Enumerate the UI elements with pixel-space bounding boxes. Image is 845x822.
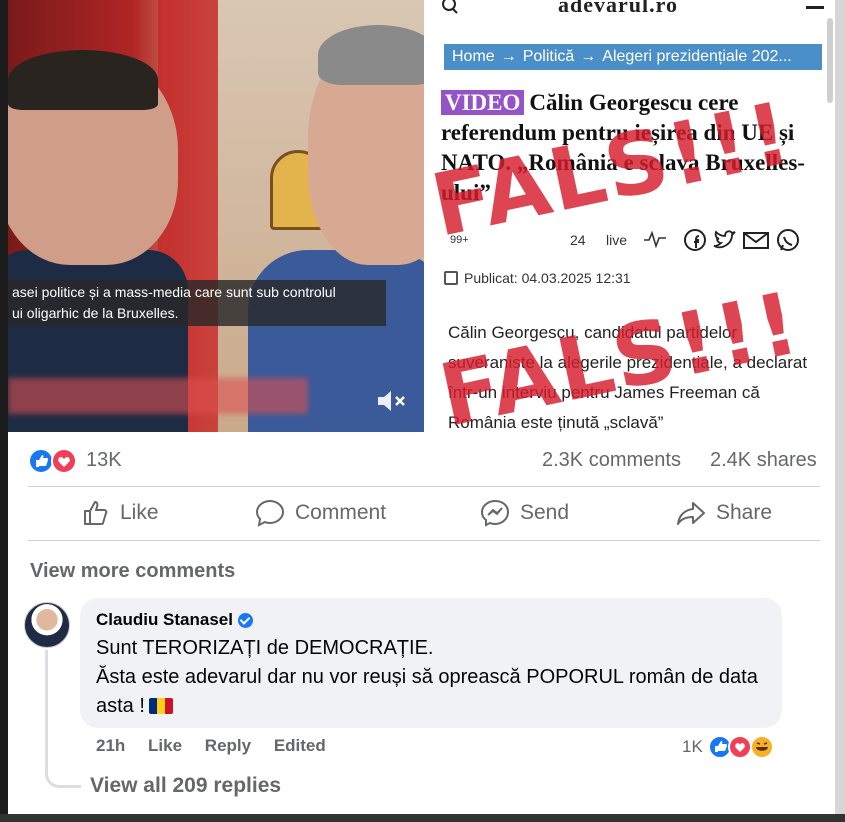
view-more-comments-link[interactable]: View more comments [30,560,235,583]
send-label: Send [520,501,570,524]
like-love-reaction-icons[interactable] [28,448,80,474]
video-person-left-hair [8,50,158,110]
video-subtitle-line: asei politice și a mass-media care sunt … [12,284,336,300]
send-button[interactable]: Send [480,498,569,528]
calendar-icon [444,271,458,285]
article-screenshot: adevarul.ro Home → Politică → Alegeri prezid… [430,0,835,432]
speaker-muted-icon[interactable] [374,388,408,414]
comment-reply-button[interactable]: Reply [205,736,251,755]
pulse-icon [644,230,666,248]
published-date-value: 04.03.2025 12:31 [521,270,631,286]
frame-edge-left [0,0,8,822]
comment-like-button[interactable]: Like [148,736,182,755]
comment-text: Sunt TERORIZAȚI de DEMOCRAȚIE. Ăsta este… [96,634,766,721]
comment-button[interactable]: Comment [255,498,386,528]
hamburger-menu-icon[interactable] [806,6,824,10]
breadcrumb-separator: → [580,48,597,65]
like-label: Like [120,501,159,524]
love-reaction-icon [727,735,752,759]
video-subtitle: asei politice și a mass-media care sunt … [8,280,386,326]
video-person-right-hair [318,25,424,85]
frame-edge-bottom [0,814,845,822]
romania-flag-icon [148,698,173,714]
breadcrumb-separator: → [500,48,517,65]
breadcrumb-alegeri[interactable]: Alegeri prezidențiale 202... [602,48,791,65]
thumbs-up-icon [84,501,108,525]
video-lower-third [8,378,308,414]
live-label: live [606,232,628,248]
verified-badge-icon [237,612,253,628]
comment-line: Sunt TERORIZAȚI de DEMOCRAȚIE. [96,637,434,659]
video-subtitle-line: ui oligarhic de la Bruxelles. [12,305,179,321]
email-icon[interactable] [743,232,769,249]
comment-author[interactable]: Claudiu Stanasel [96,610,766,630]
comment-author-name: Claudiu Stanasel [96,610,233,629]
share-button[interactable]: Share [676,498,772,528]
haha-reaction-icon [749,735,774,759]
shares-count[interactable]: 2.4K shares [710,449,817,472]
share-icons-row [684,229,799,251]
like-reaction-icon [707,735,732,759]
comment-line-text: Ăsta este adevarul dar nu vor reuși să o… [96,666,758,717]
love-reaction-icon [51,448,77,474]
whatsapp-icon[interactable] [777,229,799,251]
reply-thread-line [45,650,81,788]
comment-label: Comment [295,501,387,524]
reaction-count[interactable]: 13K [86,449,122,472]
search-icon[interactable] [442,0,458,14]
messenger-icon [480,499,510,527]
breadcrumb-home[interactable]: Home [452,48,495,65]
frame-edge-right [835,0,845,822]
comment-bubble: Claudiu Stanasel Sunt TERORIZAȚI de DEMO… [80,598,782,728]
like-button[interactable]: Like [82,498,159,528]
comment-bubble-icon [255,499,285,527]
published-label: Publicat: [464,270,518,286]
article-topbar: adevarul.ro [430,0,835,22]
post-reactions-bar: 13K 2.3K comments 2.4K shares [28,446,818,476]
breadcrumb: Home → Politică → Alegeri prezidențiale 202.… [444,44,822,70]
avatar[interactable] [24,602,70,648]
published-date: Publicat: 04.03.2025 12:31 [444,270,631,286]
breadcrumb-politica[interactable]: Politică [523,48,575,65]
divider [28,486,820,487]
share-label: Share [716,501,773,524]
comment-line: Ăsta este adevarul dar nu vor reuși să o… [96,663,766,721]
twitter-icon[interactable] [713,230,736,249]
video-tag-badge: VIDEO [441,90,525,115]
comment-reaction-count: 1K [682,737,703,756]
share-count: 24 [570,232,586,248]
comment-actions: 21h Like Reply Edited [96,736,344,756]
comments-count[interactable]: 2.3K comments [542,449,681,472]
view-all-replies-link[interactable]: View all 209 replies [90,774,281,798]
site-logo[interactable]: adevarul.ro [558,0,678,18]
comment-reactions[interactable]: 1K [682,734,779,760]
facebook-icon[interactable] [684,229,706,251]
divider [28,540,820,541]
comment-reaction-icons [707,735,774,759]
comment-time[interactable]: 21h [96,736,125,755]
comment-edited-label[interactable]: Edited [274,736,326,755]
scrollbar[interactable] [827,18,833,103]
share-arrow-icon [677,502,705,525]
like-reaction-icon [28,448,54,474]
video-player[interactable]: asei politice și a mass-media care sunt … [8,0,424,432]
